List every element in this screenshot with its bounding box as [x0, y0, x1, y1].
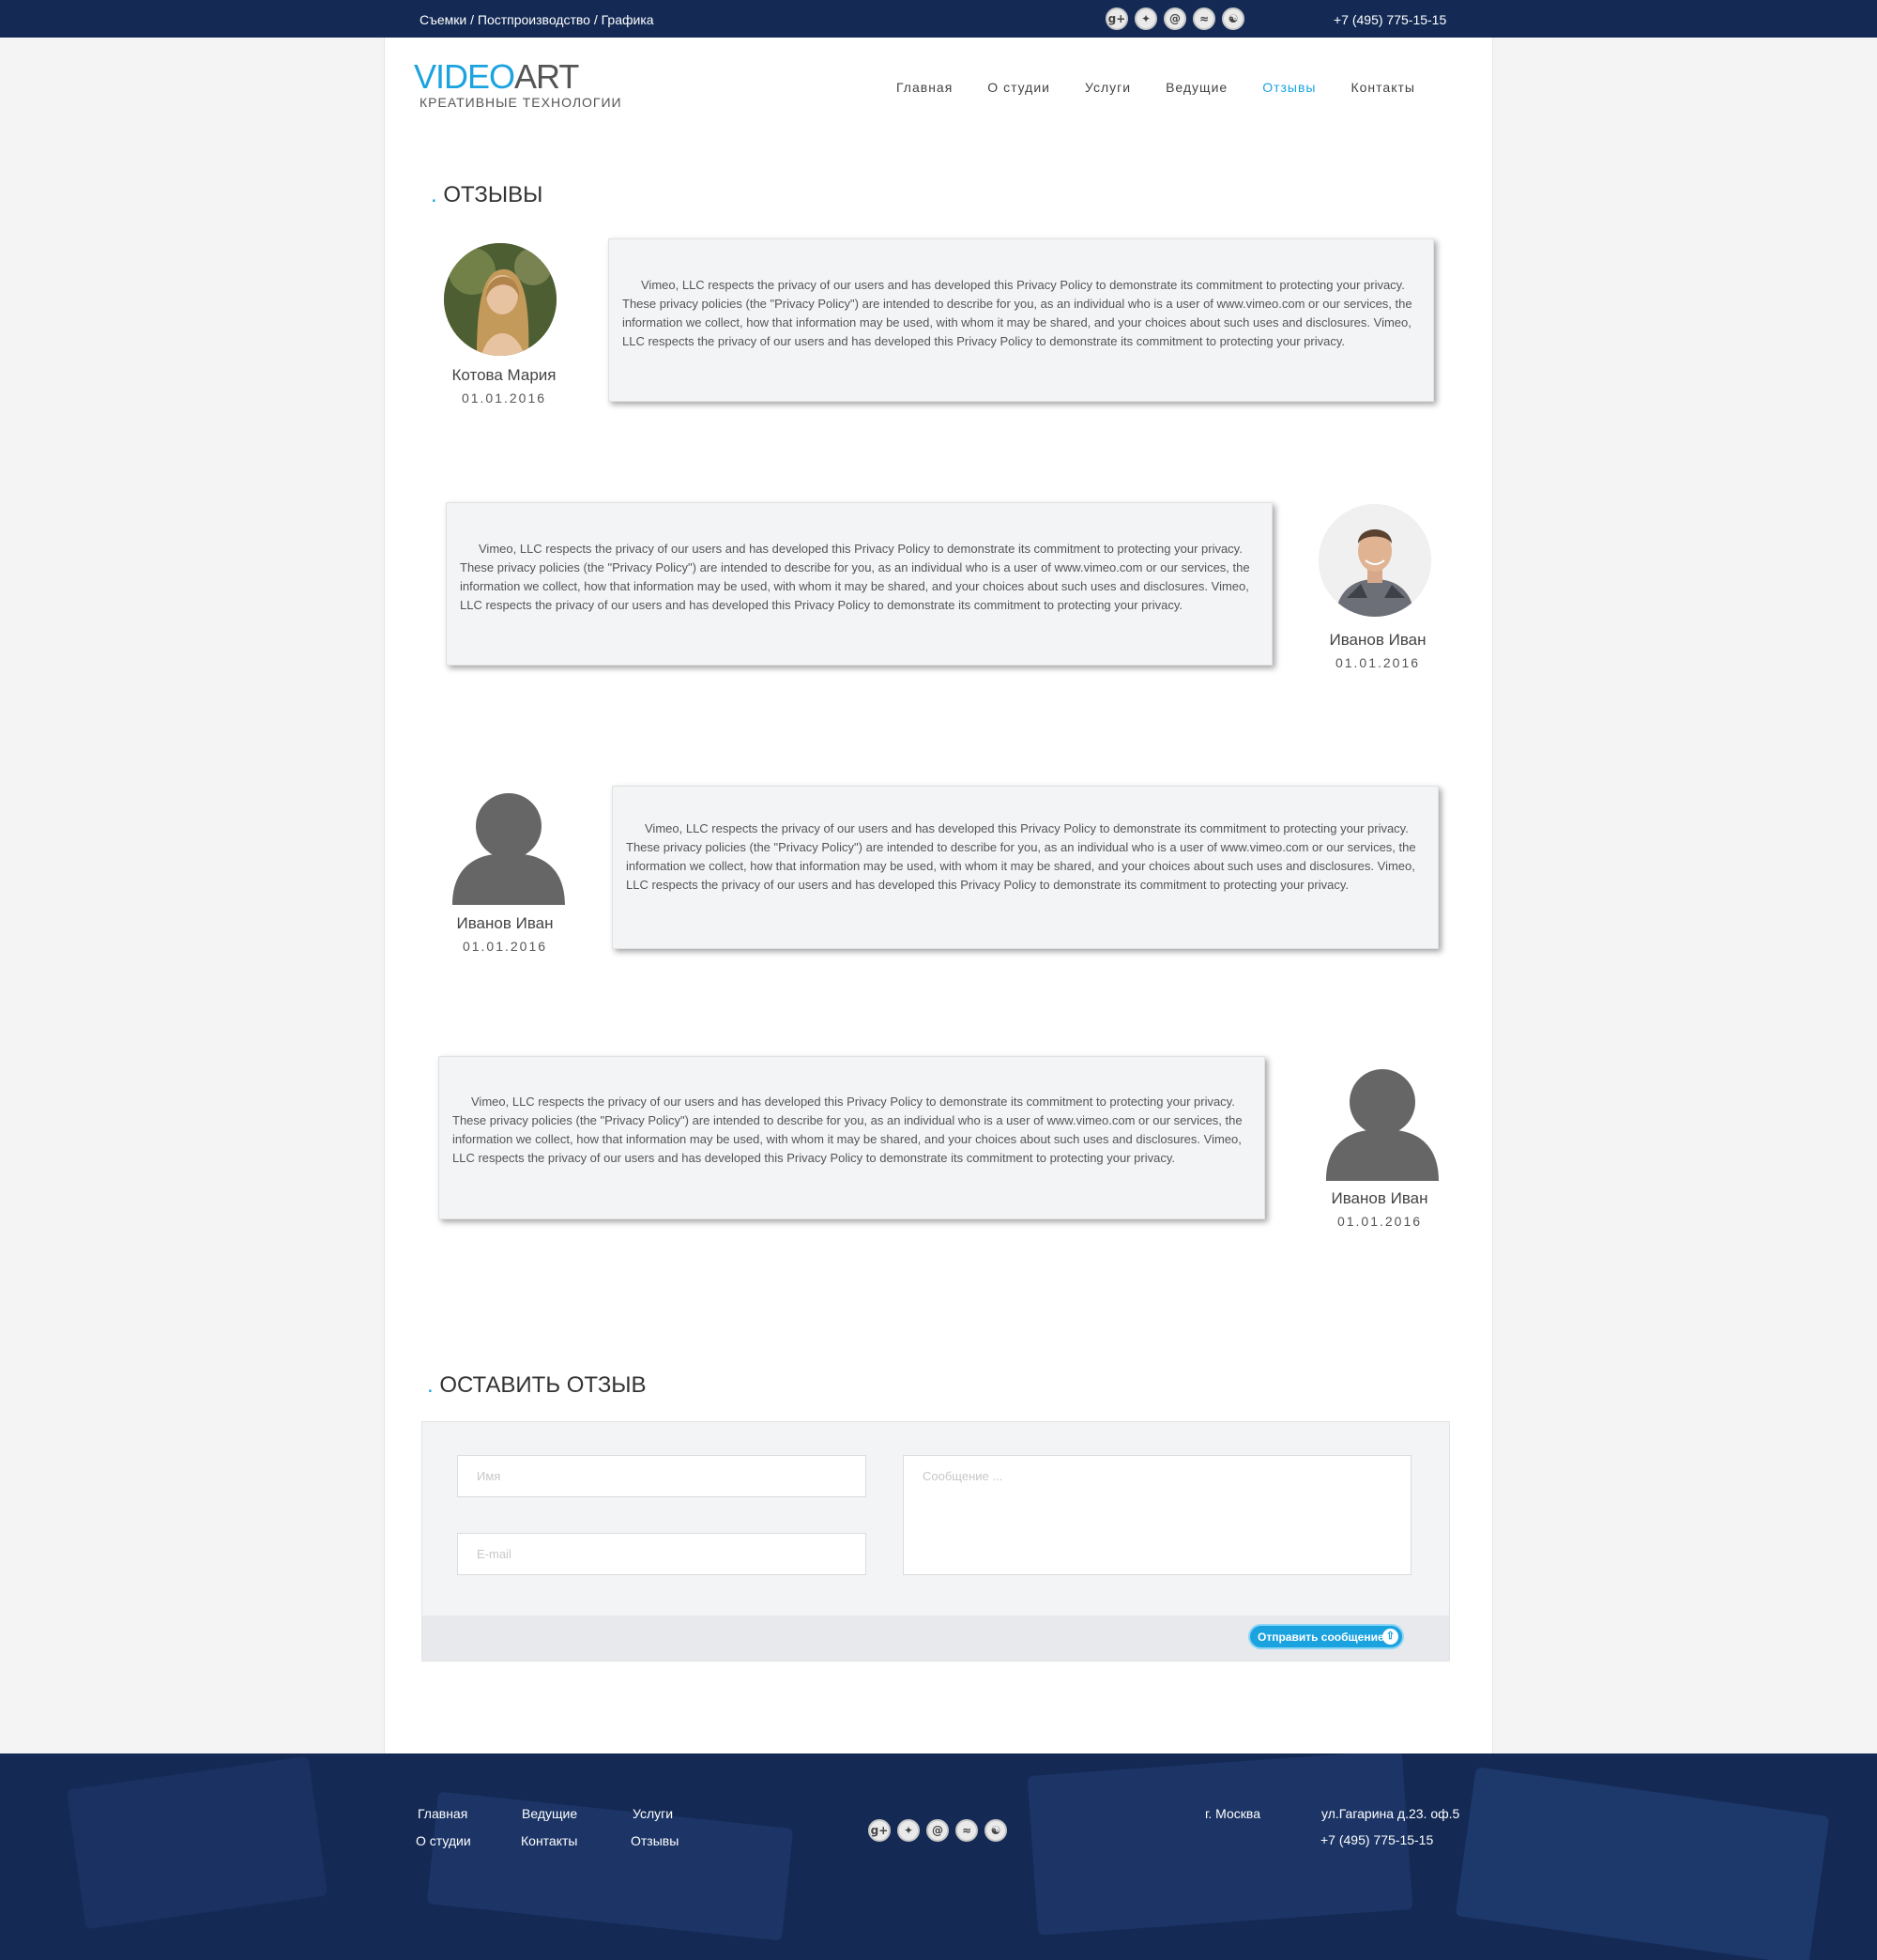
- footer-link-about[interactable]: О студии: [416, 1833, 471, 1848]
- reviews-title: . ОТЗЫВЫ: [431, 182, 543, 207]
- logo-slogan: КРЕАТИВНЫЕ ТЕХНОЛОГИИ: [420, 95, 622, 110]
- odnoklassniki-icon[interactable]: ☯: [1222, 8, 1244, 30]
- twitter-icon[interactable]: ✦: [897, 1819, 920, 1842]
- footer-city: г. Москва: [1205, 1806, 1260, 1821]
- message-field[interactable]: Сообщение ...: [903, 1455, 1412, 1575]
- review-text-box: Vimeo, LLC respects the privacy of our u…: [608, 238, 1434, 402]
- review-date: 01.01.2016: [462, 939, 548, 954]
- user-placeholder-icon: [1326, 1068, 1439, 1181]
- footer-address: ул.Гагарина д.23. оф.5: [1321, 1806, 1460, 1821]
- top-social-icons: g+ ✦ @ ≈ ☯: [1106, 8, 1244, 30]
- logo[interactable]: VIDEOART КРЕАТИВНЫЕ ТЕХНОЛОГИИ: [414, 57, 622, 111]
- twitter-icon[interactable]: ✦: [1135, 8, 1157, 30]
- reviewer-name: Котова Мария: [451, 366, 557, 384]
- email-icon[interactable]: @: [1164, 8, 1186, 30]
- rss-icon[interactable]: ≈: [955, 1819, 978, 1842]
- footer-link-home[interactable]: Главная: [418, 1806, 467, 1821]
- review-text-box: Vimeo, LLC respects the privacy of our u…: [438, 1056, 1265, 1219]
- name-field[interactable]: Имя: [457, 1455, 866, 1497]
- footer-phone: +7 (495) 775-15-15: [1320, 1832, 1434, 1847]
- main-nav: Главная О студии Услуги Ведущие Отзывы К…: [896, 80, 1415, 95]
- footer-social-icons: g+ ✦ @ ≈ ☯: [868, 1819, 1007, 1842]
- nav-services[interactable]: Услуги: [1085, 80, 1131, 95]
- footer-link-reviews[interactable]: Отзывы: [631, 1833, 679, 1848]
- google-plus-icon[interactable]: g+: [1106, 8, 1128, 30]
- reviewer-name: Иванов Иван: [1329, 631, 1427, 649]
- review-date: 01.01.2016: [461, 390, 547, 406]
- email-icon[interactable]: @: [926, 1819, 949, 1842]
- nav-contacts[interactable]: Контакты: [1351, 80, 1414, 95]
- reviewer-name: Иванов Иван: [456, 914, 554, 932]
- email-field[interactable]: E-mail: [457, 1533, 866, 1575]
- review-form: Имя E-mail Сообщение ... Отправить сообщ…: [421, 1421, 1450, 1661]
- nav-hosts[interactable]: Ведущие: [1166, 80, 1228, 95]
- leave-review-title: . ОСТАВИТЬ ОТЗЫВ: [427, 1372, 647, 1398]
- review-text-box: Vimeo, LLC respects the privacy of our u…: [612, 786, 1439, 949]
- nav-about[interactable]: О студии: [987, 80, 1050, 95]
- footer-link-services[interactable]: Услуги: [633, 1806, 673, 1821]
- review-text-box: Vimeo, LLC respects the privacy of our u…: [446, 502, 1273, 666]
- odnoklassniki-icon[interactable]: ☯: [984, 1819, 1007, 1842]
- avatar-photo-man: [1319, 504, 1431, 617]
- reviewer-name: Иванов Иван: [1331, 1189, 1428, 1207]
- top-phone: +7 (495) 775-15-15: [1334, 12, 1447, 27]
- nav-home[interactable]: Главная: [896, 80, 953, 95]
- tagline: Съемки / Постпроизводство / Графика: [420, 12, 654, 27]
- footer-link-hosts[interactable]: Ведущие: [522, 1806, 577, 1821]
- logo-wordmark: VIDEOART: [414, 57, 579, 96]
- user-placeholder-icon: [452, 792, 565, 905]
- send-message-button[interactable]: Отправить сообщение ⇧: [1248, 1624, 1404, 1649]
- avatar-photo-woman: [444, 243, 557, 356]
- footer-link-contacts[interactable]: Контакты: [521, 1833, 577, 1848]
- footer: Главная О студии Ведущие Контакты Услуги…: [0, 1753, 1877, 1960]
- upload-arrow-icon: ⇧: [1382, 1629, 1398, 1645]
- nav-reviews[interactable]: Отзывы: [1262, 80, 1316, 95]
- google-plus-icon[interactable]: g+: [868, 1819, 891, 1842]
- top-bar: Съемки / Постпроизводство / Графика g+ ✦…: [0, 0, 1877, 38]
- rss-icon[interactable]: ≈: [1193, 8, 1215, 30]
- review-date: 01.01.2016: [1335, 655, 1421, 670]
- review-date: 01.01.2016: [1336, 1214, 1423, 1229]
